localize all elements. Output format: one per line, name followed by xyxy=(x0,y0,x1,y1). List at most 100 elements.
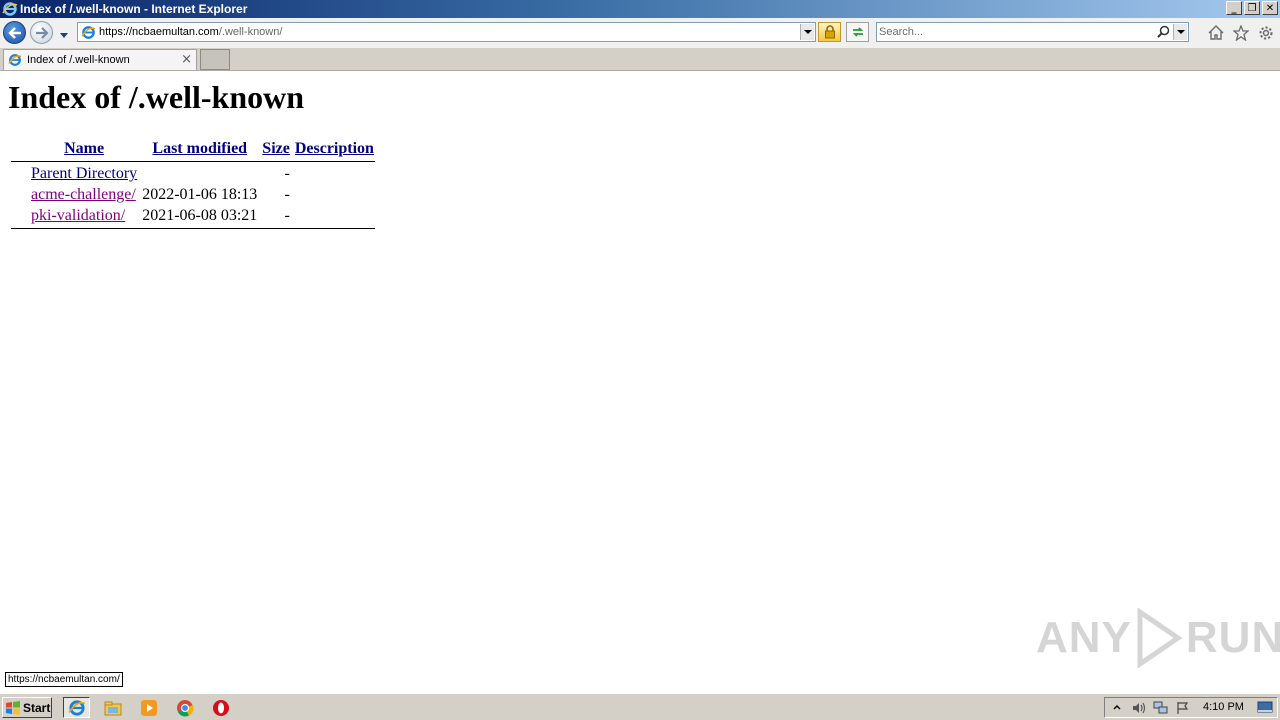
forward-button[interactable] xyxy=(30,21,53,44)
taskbar-media-player-button[interactable] xyxy=(135,697,162,718)
column-header-description[interactable]: Description xyxy=(294,140,375,158)
chevron-down-icon xyxy=(60,33,68,38)
directory-listing-table: Name Last modified Size Description Pare… xyxy=(8,137,378,232)
row-icon-cell xyxy=(11,165,27,183)
sort-by-last-modified-link[interactable]: Last modified xyxy=(152,140,247,157)
row-description-cell xyxy=(294,186,375,204)
url-host: https://ncbaemultan.com xyxy=(99,26,219,38)
opera-icon xyxy=(212,699,229,716)
table-header-row: Name Last modified Size Description xyxy=(11,140,375,158)
close-tab-icon[interactable]: × xyxy=(181,52,192,67)
header-divider xyxy=(11,161,375,162)
search-icon[interactable] xyxy=(1157,25,1170,41)
row-modified-cell: 2021-06-08 03:21 xyxy=(142,207,258,224)
close-window-button[interactable]: ✕ xyxy=(1262,1,1278,15)
taskbar-opera-button[interactable] xyxy=(207,697,234,718)
pki-validation-link[interactable]: pki-validation/ xyxy=(31,207,125,224)
footer-divider xyxy=(11,228,375,229)
search-box[interactable] xyxy=(876,22,1189,42)
column-header-name[interactable]: Name xyxy=(30,140,138,158)
ie-icon xyxy=(67,699,85,716)
sort-by-size-link[interactable]: Size xyxy=(262,140,290,157)
search-input[interactable] xyxy=(879,24,1149,39)
clock[interactable]: 4:10 PM xyxy=(1203,701,1244,713)
chrome-icon xyxy=(176,699,194,716)
back-arrow-icon xyxy=(7,26,21,39)
windows-logo-icon xyxy=(6,700,20,715)
taskbar-ie-button[interactable] xyxy=(63,697,90,718)
volume-icon[interactable] xyxy=(1131,700,1147,716)
settings-gear-icon[interactable] xyxy=(1257,24,1274,41)
watermark-text-left: ANY xyxy=(1036,613,1132,662)
row-modified-cell xyxy=(141,165,258,183)
row-modified-cell: 2022-01-06 18:13 xyxy=(142,186,258,203)
lock-icon xyxy=(824,25,835,39)
watermark-text-right: RUN xyxy=(1185,613,1280,662)
taskbar-chrome-button[interactable] xyxy=(171,697,198,718)
status-hover-url: https://ncbaemultan.com/ xyxy=(5,672,123,687)
search-provider-dropdown[interactable] xyxy=(1173,24,1187,40)
chevron-down-icon xyxy=(1176,29,1185,34)
row-size-cell: - xyxy=(284,165,290,182)
tab-row: Index of /.well-known × xyxy=(0,48,1280,71)
sort-by-name-link[interactable]: Name xyxy=(64,140,104,157)
security-lock-button[interactable] xyxy=(818,22,841,42)
ie-page-icon xyxy=(81,25,96,43)
window-title: Index of /.well-known - Internet Explore… xyxy=(20,2,248,16)
url-path: /.well-known/ xyxy=(218,26,283,38)
row-size-cell: - xyxy=(284,207,290,224)
explorer-folder-icon xyxy=(104,701,121,715)
home-icon[interactable] xyxy=(1207,24,1224,41)
address-bar[interactable]: https://ncbaemultan.com/.well-known/ xyxy=(77,22,816,42)
refresh-button[interactable] xyxy=(846,22,869,42)
tab-active[interactable]: Index of /.well-known × xyxy=(3,49,197,70)
page-title: Index of /.well-known xyxy=(8,79,305,115)
play-triangle-icon xyxy=(1137,608,1182,668)
show-desktop-icon[interactable] xyxy=(1257,700,1273,717)
address-url: https://ncbaemultan.com/.well-known/ xyxy=(99,26,282,38)
favorites-star-icon[interactable] xyxy=(1232,24,1249,41)
chevron-down-icon xyxy=(803,29,812,34)
forward-arrow-icon xyxy=(35,26,49,39)
recent-pages-dropdown[interactable] xyxy=(59,28,69,42)
row-name-cell: acme-challenge/ xyxy=(30,186,138,204)
row-name-cell: Parent Directory xyxy=(30,165,138,183)
refresh-icon xyxy=(852,27,863,37)
minimize-button[interactable]: _ xyxy=(1226,1,1242,15)
anyrun-watermark: ANY RUN xyxy=(1036,608,1280,668)
table-row: pki-validation/ 2021-06-08 03:21 - xyxy=(11,207,375,225)
tab-label: Index of /.well-known xyxy=(27,54,130,66)
start-label: Start xyxy=(23,700,51,715)
window-title-bar[interactable]: Index of /.well-known - Internet Explore… xyxy=(0,0,1280,18)
address-dropdown-button[interactable] xyxy=(800,24,814,40)
navigation-bar: https://ncbaemultan.com/.well-known/ xyxy=(0,18,1280,48)
row-icon-cell xyxy=(11,207,27,225)
row-name-cell: pki-validation/ xyxy=(30,207,138,225)
row-description-cell xyxy=(294,165,375,183)
taskbar: Start 4:10 PM xyxy=(0,693,1280,720)
footer-divider-row xyxy=(11,228,375,229)
icon-column-header xyxy=(11,140,27,158)
sort-by-description-link[interactable]: Description xyxy=(295,140,374,157)
row-description-cell xyxy=(294,207,375,225)
network-icon[interactable] xyxy=(1153,700,1169,716)
ie-page-icon xyxy=(8,53,22,70)
row-icon-cell xyxy=(11,186,27,204)
column-header-last-modified[interactable]: Last modified xyxy=(141,140,258,158)
start-button[interactable]: Start xyxy=(2,697,52,718)
restore-button[interactable]: ❐ xyxy=(1244,1,1260,15)
taskbar-explorer-button[interactable] xyxy=(99,697,126,718)
header-divider-row xyxy=(11,161,375,162)
column-header-size[interactable]: Size xyxy=(261,140,291,158)
system-tray: 4:10 PM xyxy=(1104,697,1278,718)
show-hidden-icons-chevron-icon[interactable] xyxy=(1109,700,1125,716)
new-tab-button[interactable] xyxy=(200,49,230,70)
parent-directory-link[interactable]: Parent Directory xyxy=(31,165,137,182)
page-content: Index of /.well-known Name Last modified… xyxy=(0,71,1280,691)
row-size-cell: - xyxy=(284,186,290,203)
back-button[interactable] xyxy=(3,21,26,44)
table-row: Parent Directory - xyxy=(11,165,375,183)
acme-challenge-link[interactable]: acme-challenge/ xyxy=(31,186,136,203)
action-center-flag-icon[interactable] xyxy=(1175,700,1191,716)
media-player-icon xyxy=(140,699,157,716)
